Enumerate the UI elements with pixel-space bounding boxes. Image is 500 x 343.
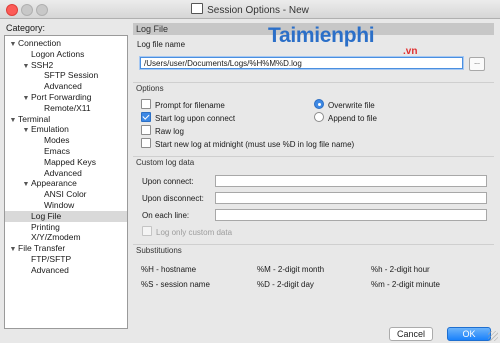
append-label: Append to file	[328, 114, 377, 123]
raw-log-checkbox[interactable]	[141, 125, 151, 135]
substitution-item: %m - 2-digit minute	[371, 280, 440, 289]
tree-item[interactable]: Mapped Keys	[5, 157, 127, 168]
tree-item-label: SSH2	[31, 59, 54, 70]
tree-item-label: Window	[44, 200, 75, 210]
tree-item-label: FTP/SFTP	[31, 254, 72, 264]
tree-item-label: Appearance	[31, 178, 77, 189]
log-only-custom-label: Log only custom data	[156, 228, 233, 237]
tree-item-label: File Transfer	[18, 243, 66, 254]
app-window-icon	[191, 3, 204, 14]
overwrite-radio[interactable]	[314, 99, 324, 109]
each-line-input[interactable]	[215, 209, 487, 221]
tree-item[interactable]: Modes	[5, 135, 127, 146]
start-log-option[interactable]: Start log upon connect	[141, 112, 235, 124]
log-only-custom-option: Log only custom data	[142, 226, 232, 238]
upon-disconnect-label: Upon disconnect:	[142, 194, 204, 203]
midnight-log-checkbox[interactable]	[141, 138, 151, 148]
log-only-custom-checkbox	[142, 226, 152, 236]
tree-item-label: Remote/X11	[44, 102, 91, 113]
raw-log-option[interactable]: Raw log	[141, 125, 184, 137]
tree-item[interactable]: Emacs	[5, 146, 127, 157]
tree-item-label: Mapped Keys	[44, 156, 96, 167]
window-title: Session Options - New	[207, 5, 309, 16]
upon-connect-input[interactable]	[215, 175, 487, 187]
tree-item-label: Connection	[18, 38, 62, 48]
custom-log-header: Custom log data	[133, 156, 494, 168]
tree-item[interactable]: ▼ Terminal	[5, 114, 127, 125]
midnight-log-option[interactable]: Start new log at midnight (must use %D i…	[141, 138, 354, 150]
append-radio[interactable]	[314, 112, 324, 122]
start-log-label: Start log upon connect	[155, 114, 236, 123]
resize-grip-icon[interactable]	[488, 331, 498, 341]
category-tree[interactable]: ▼ Connection Logon Actions ▼ SSH2 SFTP Sessio…	[4, 35, 128, 329]
midnight-log-label: Start new log at midnight (must use %D i…	[155, 140, 355, 149]
substitution-item: %H - hostname	[141, 265, 197, 274]
upon-disconnect-input[interactable]	[215, 192, 487, 204]
cancel-button[interactable]: Cancel	[389, 327, 433, 341]
tree-item[interactable]: FTP/SFTP	[5, 254, 127, 265]
log-file-name-input[interactable]: /Users/user/Documents/Logs/%H%M%D.log	[140, 57, 463, 69]
prompt-filename-option[interactable]: Prompt for filename	[141, 99, 225, 111]
tree-item[interactable]: Remote/X11	[5, 103, 127, 114]
category-label: Category:	[6, 23, 46, 33]
tree-item-label: X/Y/Zmodem	[31, 232, 81, 243]
window-title-wrap: Session Options - New	[0, 3, 500, 16]
tree-item[interactable]: SFTP Session	[5, 70, 127, 81]
tree-item[interactable]: ▼ Connection	[5, 38, 127, 49]
substitution-item: %D - 2-digit day	[257, 280, 314, 289]
start-log-checkbox[interactable]	[141, 112, 151, 122]
overwrite-option[interactable]: Overwrite file	[314, 99, 375, 111]
overwrite-label: Overwrite file	[328, 101, 375, 110]
watermark-sub-text: .vn	[403, 46, 418, 57]
tree-item[interactable]: ▼ Emulation	[5, 124, 127, 135]
tree-item-label: Emacs	[44, 146, 70, 156]
tree-item[interactable]: X/Y/Zmodem	[5, 232, 127, 243]
title-bar: Session Options - New	[0, 0, 500, 19]
tree-item-label: Emulation	[31, 124, 69, 135]
watermark-main-text: Taimienphi	[268, 24, 375, 47]
tree-item[interactable]: Window	[5, 200, 127, 211]
tree-item-label: Advanced	[31, 264, 69, 275]
tree-item-label: Logon Actions	[31, 48, 85, 59]
tree-item-label: Log File	[31, 210, 62, 221]
tree-item-label: Printing	[31, 221, 60, 232]
tree-item-label: Advanced	[44, 81, 82, 92]
tree-item[interactable]: Advanced	[5, 265, 127, 276]
prompt-filename-checkbox[interactable]	[141, 99, 151, 109]
substitutions-header: Substitutions	[133, 244, 494, 256]
ok-button[interactable]: OK	[447, 327, 491, 341]
prompt-filename-label: Prompt for filename	[155, 101, 225, 110]
tree-item-label: Modes	[44, 135, 70, 146]
browse-button[interactable]: ...	[469, 57, 485, 71]
tree-item[interactable]: ▼ SSH2	[5, 60, 127, 71]
tree-item[interactable]: Printing	[5, 222, 127, 233]
tree-item[interactable]: Advanced	[5, 168, 127, 179]
substitution-item: %M - 2-digit month	[257, 265, 325, 274]
tree-item[interactable]: Logon Actions	[5, 49, 127, 60]
upon-connect-label: Upon connect:	[142, 177, 194, 186]
tree-item-label: Terminal	[18, 113, 51, 124]
tree-item[interactable]: ▼ Port Forwarding	[5, 92, 127, 103]
watermark-logo: Taimienphi .vn	[268, 24, 417, 57]
each-line-label: On each line:	[142, 211, 190, 220]
raw-log-label: Raw log	[155, 127, 184, 136]
tree-item[interactable]: ▼ Appearance	[5, 178, 127, 189]
tree-item-label: ANSI Color	[44, 189, 87, 200]
tree-item[interactable]: ANSI Color	[5, 189, 127, 200]
tree-item-label: Port Forwarding	[31, 92, 92, 102]
tree-item-label: Advanced	[44, 167, 82, 178]
substitution-item: %h - 2-digit hour	[371, 265, 430, 274]
tree-item[interactable]: Advanced	[5, 81, 127, 92]
tree-item-label: SFTP Session	[44, 70, 99, 81]
append-option[interactable]: Append to file	[314, 112, 377, 124]
tree-item[interactable]: Log File	[5, 210, 127, 222]
log-file-name-label: Log file name	[137, 40, 186, 49]
options-header: Options	[133, 82, 494, 94]
tree-item[interactable]: ▼ File Transfer	[5, 243, 127, 254]
substitution-item: %S - session name	[141, 280, 210, 289]
